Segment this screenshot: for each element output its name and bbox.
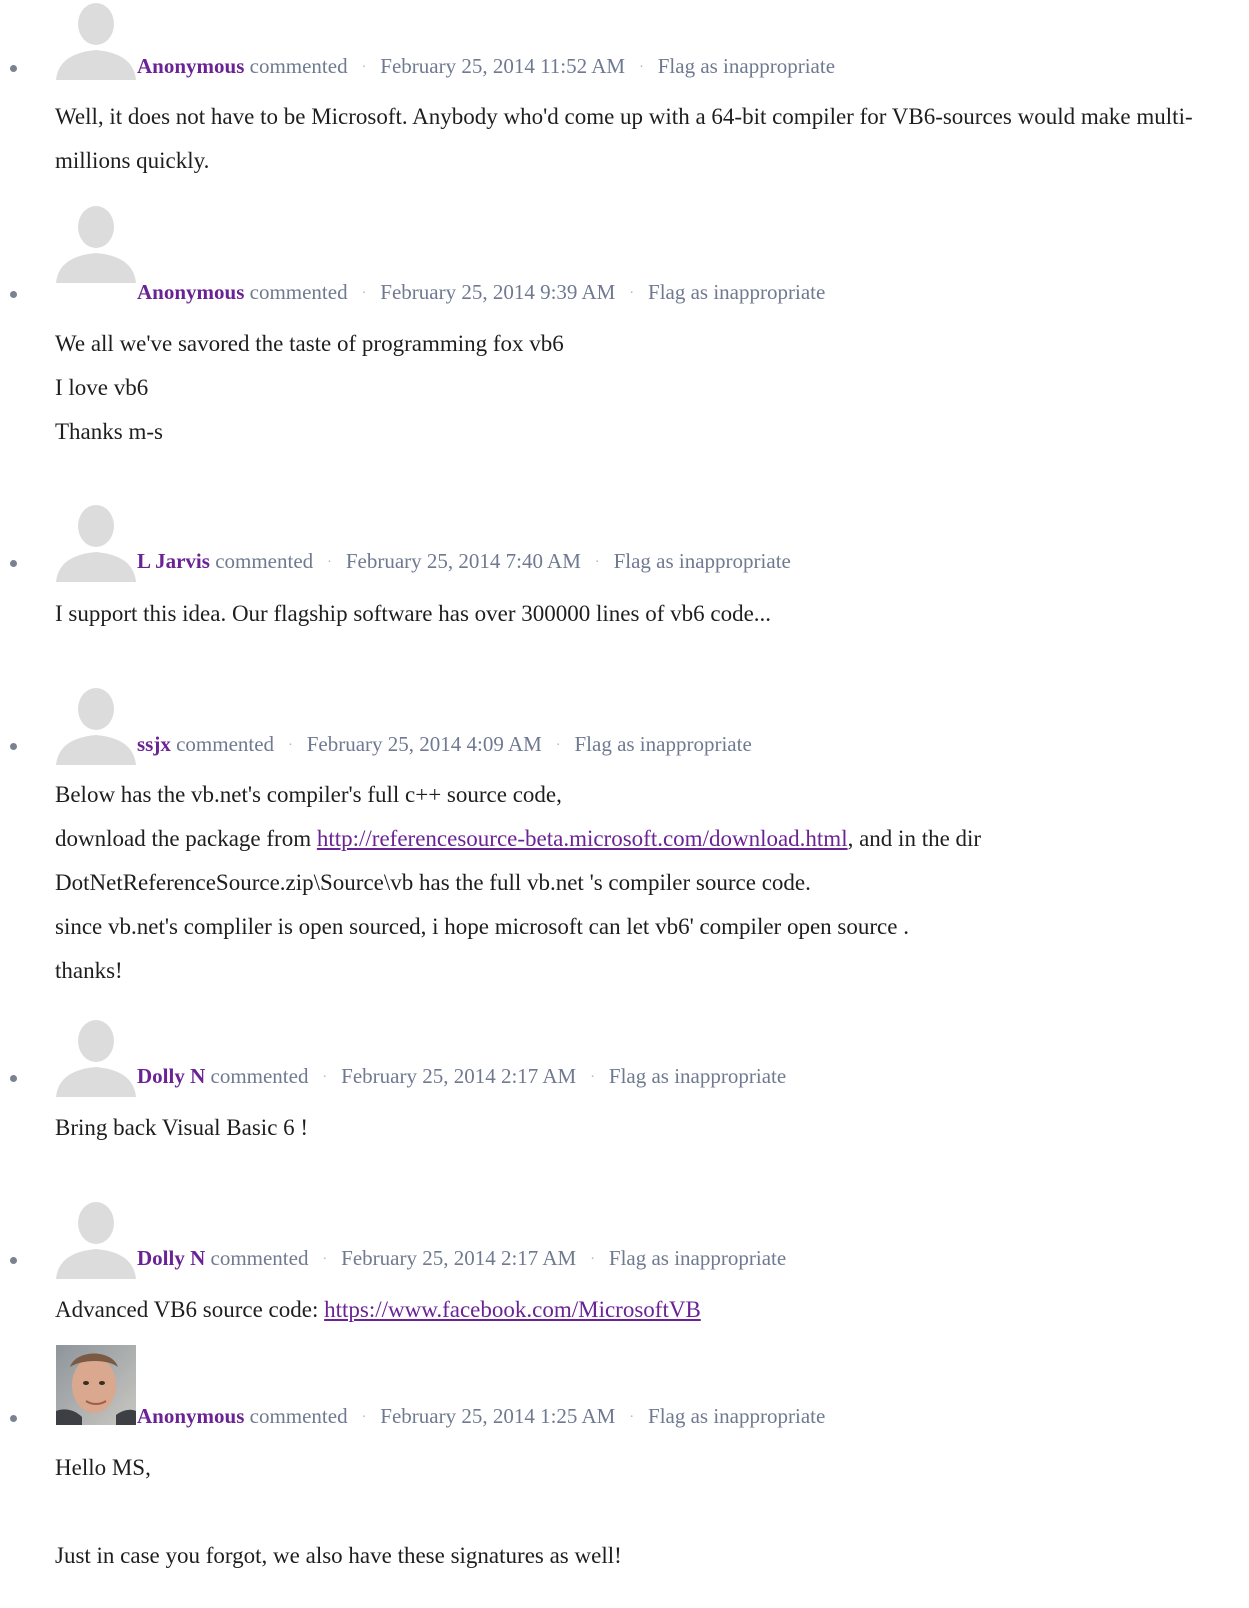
- comment-author-link[interactable]: Anonymous: [137, 54, 244, 78]
- comment-verb: commented: [215, 549, 314, 573]
- meta-separator: ·: [594, 555, 600, 570]
- meta-separator: ·: [322, 1070, 328, 1085]
- comment-date-link[interactable]: February 25, 2014 1:25 AM: [380, 1404, 615, 1428]
- flag-inappropriate-link[interactable]: Flag as inappropriate: [609, 1064, 786, 1088]
- flag-inappropriate-link[interactable]: Flag as inappropriate: [658, 54, 835, 78]
- comment-body-line: thanks!: [55, 958, 123, 983]
- comment-body-line: We all we've savored the taste of progra…: [55, 331, 564, 356]
- comment-verb: commented: [249, 54, 348, 78]
- list-bullet: [10, 560, 17, 567]
- comment-body-line: [55, 1490, 1225, 1534]
- comment-verb: commented: [210, 1064, 309, 1088]
- user-photo-icon: [56, 1345, 136, 1425]
- comment-date-link[interactable]: February 25, 2014 2:17 AM: [341, 1246, 576, 1270]
- meta-separator: ·: [639, 60, 644, 75]
- comment-meta: Anonymous commented · February 25, 2014 11…: [137, 53, 835, 83]
- comment-author-link[interactable]: ssjx: [137, 732, 171, 756]
- comment-author-link[interactable]: Dolly N: [137, 1246, 205, 1270]
- comment-author-link[interactable]: Dolly N: [137, 1064, 205, 1088]
- meta-separator: ·: [361, 286, 367, 301]
- list-bullet: [10, 1415, 17, 1422]
- comment-verb: commented: [249, 280, 348, 304]
- comment-meta: ssjx commented · February 25, 2014 4:09 AM…: [137, 731, 752, 761]
- meta-separator: ·: [555, 738, 561, 753]
- user-silhouette-icon: [56, 0, 136, 80]
- flag-inappropriate-link[interactable]: Flag as inappropriate: [648, 280, 825, 304]
- comment-body-line: Advanced VB6 source code: https://www.fa…: [55, 1288, 1225, 1332]
- comment-verb: commented: [249, 1404, 348, 1428]
- user-silhouette-icon: [56, 685, 136, 765]
- comment-date-link[interactable]: February 25, 2014 9:39 AM: [380, 280, 615, 304]
- user-silhouette-icon: [56, 203, 136, 283]
- comment-text: download the package from: [55, 826, 317, 851]
- meta-separator: ·: [361, 1410, 367, 1425]
- comment-date-link[interactable]: February 25, 2014 7:40 AM: [346, 549, 581, 573]
- comment-verb: commented: [176, 732, 275, 756]
- list-bullet: [10, 1075, 17, 1082]
- comment-body: Below has the vb.net's compiler's full c…: [55, 773, 1225, 993]
- list-bullet: [10, 291, 17, 298]
- user-silhouette-icon: [56, 1199, 136, 1279]
- comment-meta: L Jarvis commented · February 25, 2014 7:4…: [137, 548, 791, 578]
- comment-author-link[interactable]: Anonymous: [137, 280, 244, 304]
- list-bullet: [10, 743, 17, 750]
- comment-text: , and in the dir: [847, 826, 982, 851]
- comment-meta: Dolly N commented · February 25, 2014 2:17…: [137, 1063, 786, 1093]
- comment-body: Well, it does not have to be Microsoft. …: [55, 95, 1225, 183]
- meta-separator: ·: [590, 1070, 595, 1085]
- comment-body: We all we've savored the taste of progra…: [55, 322, 1225, 454]
- meta-separator: ·: [629, 1410, 635, 1425]
- comment-body-line: Below has the vb.net's compiler's full c…: [55, 782, 562, 807]
- meta-separator: ·: [288, 738, 293, 753]
- user-silhouette-icon: [56, 502, 136, 582]
- list-bullet: [10, 65, 17, 72]
- comment-body-line: Thanks m-s: [55, 419, 163, 444]
- comment-body-line: DotNetReferenceSource.zip\Source\vb has …: [55, 870, 811, 895]
- comment-author-link[interactable]: L Jarvis: [137, 549, 210, 573]
- comment-body-line: Well, it does not have to be Microsoft. …: [55, 104, 1193, 173]
- comment-body-line: Just in case you forgot, we also have th…: [55, 1543, 622, 1568]
- meta-separator: ·: [322, 1252, 328, 1267]
- flag-inappropriate-link[interactable]: Flag as inappropriate: [648, 1404, 825, 1428]
- comment-meta: Anonymous commented · February 25, 2014 9:…: [137, 279, 825, 309]
- meta-separator: ·: [590, 1252, 595, 1267]
- comment-date-link[interactable]: February 25, 2014 4:09 AM: [307, 732, 542, 756]
- comment-body: I support this idea. Our flagship softwa…: [55, 592, 1225, 636]
- user-silhouette-icon: [56, 1017, 136, 1097]
- comment-verb: commented: [210, 1246, 309, 1270]
- flag-inappropriate-link[interactable]: Flag as inappropriate: [574, 732, 751, 756]
- meta-separator: ·: [629, 286, 635, 301]
- meta-separator: ·: [327, 555, 332, 570]
- comment-body: Bring back Visual Basic 6 !: [55, 1106, 1225, 1150]
- comment-body-line: I support this idea. Our flagship softwa…: [55, 601, 772, 626]
- comment-body-line: Hello MS,: [55, 1455, 151, 1480]
- comment-date-link[interactable]: February 25, 2014 11:52 AM: [380, 54, 625, 78]
- comment-body: Advanced VB6 source code: https://www.fa…: [55, 1288, 1225, 1332]
- comment-meta: Dolly N commented · February 25, 2014 2:17…: [137, 1245, 786, 1275]
- comment-body: Hello MS, Just in case you forgot, we al…: [55, 1446, 1225, 1578]
- flag-inappropriate-link[interactable]: Flag as inappropriate: [609, 1246, 786, 1270]
- comment-url-link[interactable]: http://referencesource-beta.microsoft.co…: [317, 826, 848, 851]
- comment-body-line: since vb.net's compliler is open sourced…: [55, 914, 909, 939]
- list-bullet: [10, 1257, 17, 1264]
- comment-body-line: download the package from http://referen…: [55, 817, 1225, 861]
- flag-inappropriate-link[interactable]: Flag as inappropriate: [614, 549, 791, 573]
- comment-url-link[interactable]: https://www.facebook.com/MicrosoftVB: [324, 1297, 701, 1322]
- comment-meta: Anonymous commented · February 25, 2014 1:…: [137, 1403, 825, 1433]
- comment-body-line: Bring back Visual Basic 6 !: [55, 1115, 309, 1140]
- comment-body-line: I love vb6: [55, 375, 149, 400]
- comment-date-link[interactable]: February 25, 2014 2:17 AM: [341, 1064, 576, 1088]
- comment-text: Advanced VB6 source code:: [55, 1297, 325, 1322]
- comment-author-link[interactable]: Anonymous: [137, 1404, 244, 1428]
- meta-separator: ·: [361, 60, 367, 75]
